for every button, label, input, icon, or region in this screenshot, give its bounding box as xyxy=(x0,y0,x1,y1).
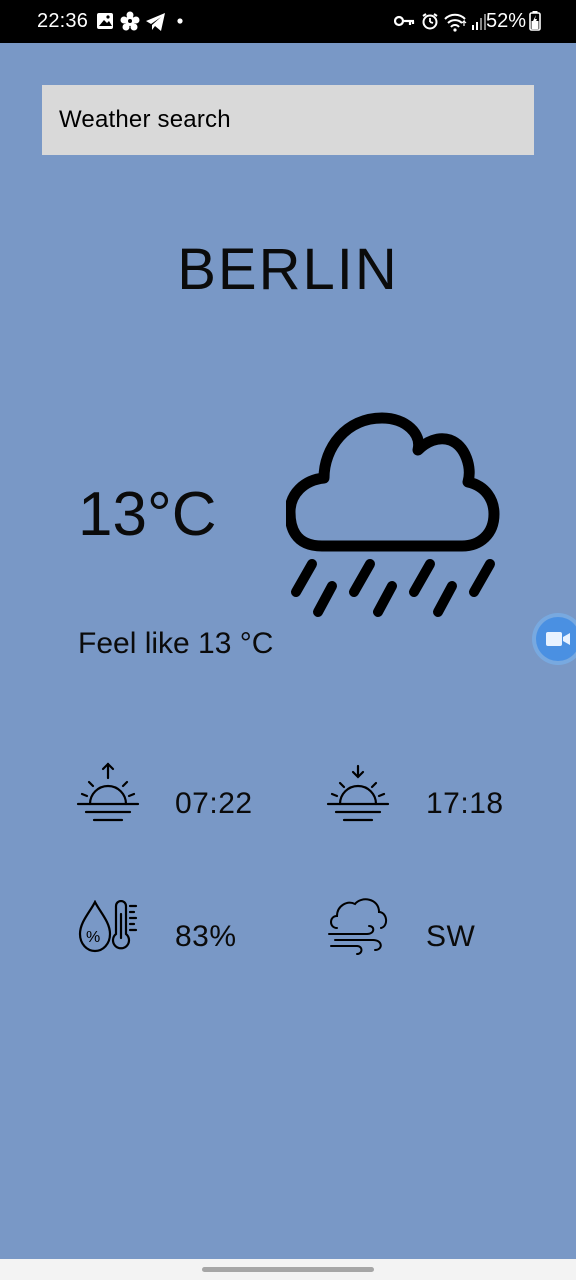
settings-flower-icon xyxy=(120,11,140,31)
status-time: 22:36 xyxy=(37,10,89,32)
video-camera-icon xyxy=(546,632,570,646)
status-bar: 22:36 52% xyxy=(0,0,576,43)
dot-icon xyxy=(177,18,183,24)
rain-cloud-icon xyxy=(286,412,500,617)
status-right-icons xyxy=(394,13,486,32)
humidity-thermometer-icon: % xyxy=(78,900,138,953)
telegram-icon xyxy=(146,13,165,31)
navigation-bar xyxy=(0,1259,576,1280)
alarm-icon xyxy=(422,13,438,30)
feels-like: Feel like 13 °C xyxy=(78,627,274,660)
search-label: Weather search xyxy=(59,106,231,133)
wind-cloud-icon xyxy=(328,898,387,955)
battery-percent: 52% xyxy=(486,10,527,32)
battery-icon xyxy=(529,11,541,31)
signal-icon xyxy=(472,14,486,30)
humidity-value: 83% xyxy=(175,920,237,953)
sunrise-time: 07:22 xyxy=(175,787,253,820)
svg-text:%: % xyxy=(86,929,100,946)
temperature: 13°C xyxy=(78,480,217,549)
floating-video-button[interactable] xyxy=(536,617,576,661)
key-icon xyxy=(394,15,415,27)
wind-direction: SW xyxy=(426,920,476,953)
wifi-icon xyxy=(444,13,467,32)
sunset-icon xyxy=(326,764,390,822)
city-name: BERLIN xyxy=(177,237,399,302)
status-left-icons xyxy=(97,11,183,31)
home-indicator[interactable] xyxy=(202,1267,374,1272)
weather-search-box[interactable]: Weather search xyxy=(42,85,534,155)
sunset-time: 17:18 xyxy=(426,787,504,820)
image-icon xyxy=(97,13,113,29)
sunrise-icon xyxy=(76,762,140,822)
